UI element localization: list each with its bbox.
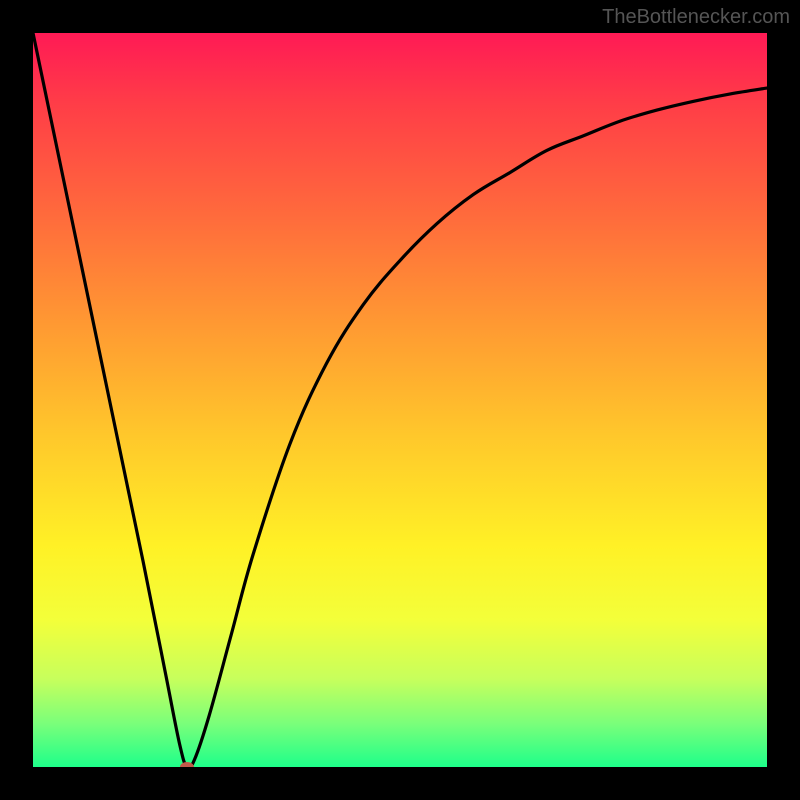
- minimum-point-dot: [180, 762, 194, 767]
- plot-area: [33, 33, 767, 767]
- watermark-text: TheBottlenecker.com: [602, 6, 790, 29]
- bottleneck-curve: [33, 33, 767, 767]
- chart-frame: TheBottlenecker.com: [0, 0, 800, 800]
